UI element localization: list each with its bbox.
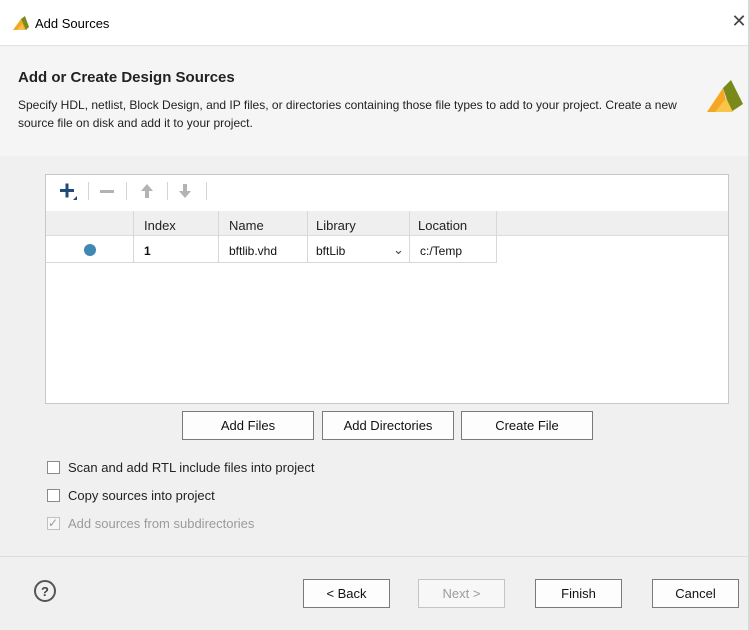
vivado-logo (707, 80, 743, 112)
vivado-logo-icon (13, 16, 29, 30)
finish-button[interactable]: Finish (535, 579, 622, 608)
toolbar-separator (126, 182, 127, 200)
back-button[interactable]: < Back (303, 579, 390, 608)
page-description: Specify HDL, netlist, Block Design, and … (18, 98, 677, 130)
sources-panel (45, 174, 729, 404)
copy-sources-checkbox[interactable] (47, 489, 60, 502)
remove-icon (96, 180, 118, 202)
scan-rtl-label[interactable]: Scan and add RTL include files into proj… (68, 460, 314, 475)
source-dot-icon (84, 244, 96, 256)
column-header-index[interactable]: Index (144, 218, 176, 233)
checkmark-icon: ✓ (48, 516, 59, 530)
column-divider (307, 211, 308, 263)
add-directories-button[interactable]: Add Directories (322, 411, 454, 440)
add-icon[interactable] (55, 180, 81, 202)
toolbar-separator (167, 182, 168, 200)
next-button: Next > (418, 579, 505, 608)
toolbar-separator (206, 182, 207, 200)
row-index: 1 (144, 244, 151, 258)
column-divider (409, 211, 410, 263)
row-divider (46, 262, 496, 263)
close-icon[interactable]: ✕ (728, 11, 750, 33)
scan-rtl-checkbox[interactable] (47, 461, 60, 474)
add-subdirs-label: Add sources from subdirectories (68, 516, 255, 531)
row-name[interactable]: bftlib.vhd (229, 244, 277, 258)
add-files-button[interactable]: Add Files (182, 411, 314, 440)
column-divider (496, 211, 497, 263)
cancel-button[interactable]: Cancel (652, 579, 739, 608)
title-bar (0, 0, 750, 46)
move-up-icon (138, 180, 156, 202)
column-header-location[interactable]: Location (418, 218, 467, 233)
window-title: Add Sources (35, 16, 110, 31)
copy-sources-label[interactable]: Copy sources into project (68, 488, 215, 503)
column-header-library[interactable]: Library (316, 218, 356, 233)
column-divider (218, 211, 219, 263)
chevron-down-icon[interactable]: ⌄ (393, 243, 404, 258)
page-title: Add or Create Design Sources (18, 69, 235, 86)
column-divider (133, 211, 134, 263)
move-down-icon (176, 180, 194, 202)
toolbar-separator (88, 182, 89, 200)
column-header-name[interactable]: Name (229, 218, 264, 233)
help-icon[interactable]: ? (34, 580, 56, 602)
row-location: c:/Temp (420, 244, 463, 258)
create-file-button[interactable]: Create File (461, 411, 593, 440)
library-select[interactable]: bftLib (316, 244, 345, 258)
